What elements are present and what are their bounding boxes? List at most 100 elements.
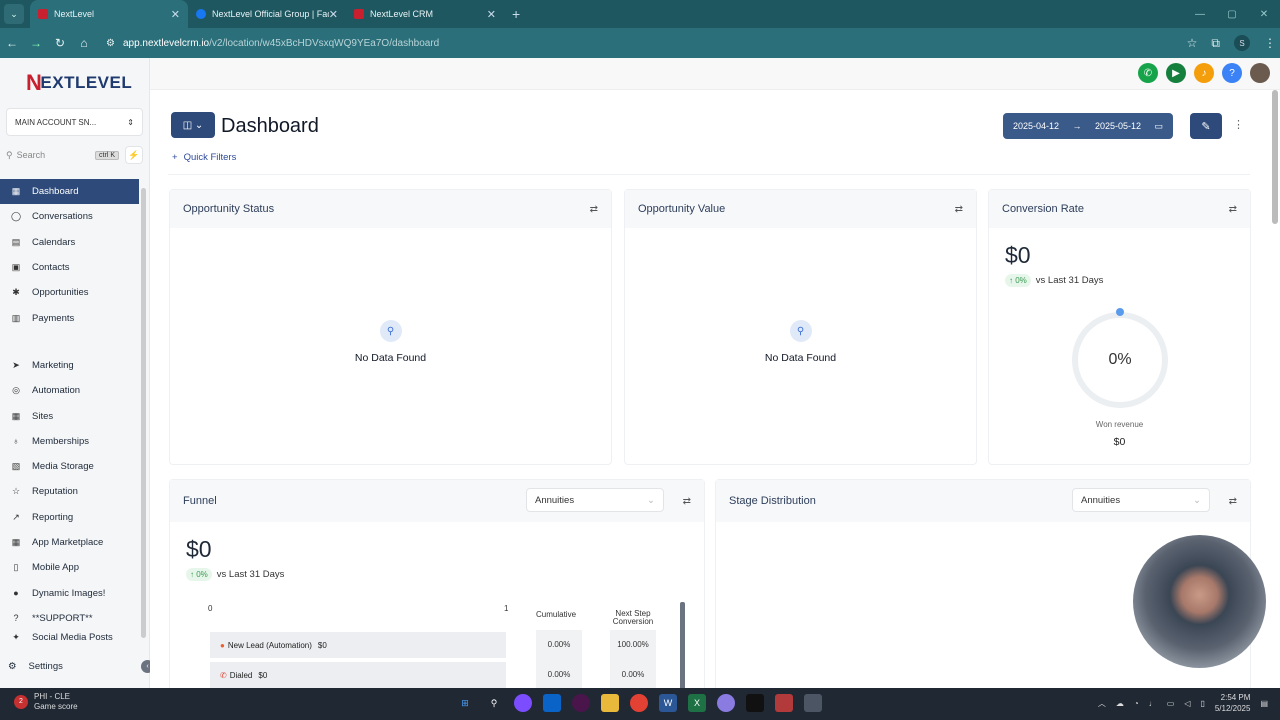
forward-icon[interactable]: → — [24, 36, 48, 50]
quick-action-bolt-icon[interactable]: ⚡ — [125, 146, 143, 164]
slack-icon[interactable] — [572, 694, 590, 712]
profile-avatar[interactable]: S — [1234, 35, 1250, 51]
quick-filters-link[interactable]: + Quick Filters — [172, 152, 236, 163]
more-options-icon[interactable]: ⋮ — [1233, 118, 1244, 131]
sidebar-item-mobile-app[interactable]: ▯ Mobile App — [0, 555, 139, 580]
funnel-scrollbar[interactable] — [680, 602, 685, 698]
site-info-icon[interactable]: ⚙ — [106, 38, 115, 49]
browser-tab-1[interactable]: NextLevel ✕ — [30, 0, 188, 28]
word-icon[interactable]: W — [659, 694, 677, 712]
sidebar-item-payments[interactable]: ▥ Payments — [0, 305, 139, 330]
help-icon[interactable]: ? — [1222, 63, 1242, 83]
sidebar-item-opportunities[interactable]: ✱ Opportunities — [0, 280, 139, 305]
user-avatar[interactable] — [1250, 63, 1270, 83]
sidebar-item-support[interactable]: ? **SUPPORT** — [0, 606, 139, 631]
sidebar-item-settings[interactable]: ⚙ Settings — [0, 661, 63, 672]
sidebar-item-label: Calendars — [32, 236, 76, 248]
star-icon: ☆ — [11, 486, 21, 497]
sidebar-item-media-storage[interactable]: ▧ Media Storage — [0, 454, 139, 479]
payments-icon: ▥ — [11, 312, 21, 323]
mic-icon[interactable]: ♩ — [1149, 699, 1157, 708]
cloud-icon[interactable]: ☁ — [1116, 699, 1124, 708]
sidebar-item-memberships[interactable]: ♁ Memberships — [0, 429, 139, 454]
copilot-icon[interactable] — [514, 694, 532, 712]
file-explorer-icon[interactable] — [601, 694, 619, 712]
extensions-icon[interactable]: ⧉ — [1211, 36, 1220, 51]
stage-pipeline-select[interactable]: Annuities ⌄ — [1072, 488, 1210, 512]
won-revenue-value: $0 — [1113, 436, 1126, 448]
volume-icon[interactable]: ◁ — [1184, 699, 1190, 708]
bell-icon[interactable]: ♪ — [1194, 63, 1214, 83]
nextlevel-favicon-icon — [354, 9, 364, 19]
sidebar-item-reporting[interactable]: ↗ Reporting — [0, 505, 139, 530]
filter-settings-icon[interactable]: ⇄ — [590, 204, 598, 215]
close-tab-icon[interactable]: ✕ — [171, 8, 180, 21]
account-switcher[interactable]: MAIN ACCOUNT SN... ⇕ — [6, 108, 143, 136]
close-tab-icon[interactable]: ✕ — [329, 8, 338, 21]
sidebar-item-dynamic-images[interactable]: ● Dynamic Images! — [0, 580, 139, 605]
calculator-icon[interactable] — [804, 694, 822, 712]
sidebar-item-marketing[interactable]: ➤ Marketing — [0, 353, 139, 378]
tab-search-button[interactable]: ⌄ — [4, 4, 24, 24]
browser-tab-3[interactable]: NextLevel CRM ✕ — [346, 0, 504, 28]
browser-tab-2[interactable]: NextLevel Official Group | Facel ✕ — [188, 0, 346, 28]
nextlevel-logo[interactable]: N EXTLEVEL — [0, 58, 149, 108]
sidebar-item-label: Reporting — [32, 511, 74, 523]
battery-icon[interactable]: ▯ — [1200, 699, 1204, 708]
date-range-picker[interactable]: 2025-04-12 → 2025-05-12 ▭ — [1003, 113, 1173, 139]
excel-icon[interactable]: X — [688, 694, 706, 712]
system-clock[interactable]: 2:54 PM 5/12/2025 — [1215, 692, 1251, 714]
network-icon[interactable]: ◔ — [1134, 699, 1139, 708]
empty-state: ⚲ No Data Found — [625, 320, 976, 364]
sidebar-scrollbar[interactable] — [141, 188, 146, 638]
weather-widget[interactable]: 2 PHI - CLE Game score — [14, 692, 78, 712]
maximize-icon[interactable]: ▢ — [1216, 0, 1248, 28]
funnel-pipeline-select[interactable]: Annuities ⌄ — [526, 488, 664, 512]
chevron-up-icon[interactable]: ︿ — [1098, 698, 1106, 709]
sidebar-item-app-marketplace[interactable]: ▦ App Marketplace — [0, 530, 139, 555]
filter-settings-icon[interactable]: ⇄ — [955, 204, 963, 215]
app-icon[interactable] — [717, 694, 735, 712]
edit-dashboard-button[interactable]: ✎ — [1190, 113, 1222, 139]
next-step-value: 0.00% — [621, 670, 645, 679]
search-icon[interactable]: ⚲ — [485, 694, 503, 712]
url-host: app.nextlevelcrm.io — [122, 37, 210, 49]
outlook-icon[interactable] — [543, 694, 561, 712]
sidebar-item-dashboard[interactable]: ▦ Dashboard — [0, 179, 139, 205]
capcut-icon[interactable] — [746, 694, 764, 712]
back-icon[interactable]: ← — [0, 36, 24, 50]
sidebar-item-sites[interactable]: ▦ Sites — [0, 403, 139, 428]
snip-icon[interactable] — [775, 694, 793, 712]
sidebar-item-social-media-posts[interactable]: ✦ Social Media Posts — [0, 631, 139, 644]
filter-settings-icon[interactable]: ⇄ — [683, 496, 691, 507]
bookmark-star-icon[interactable]: ☆ — [1187, 36, 1198, 50]
sidebar-item-reputation[interactable]: ☆ Reputation — [0, 479, 139, 504]
dashboard-switcher-button[interactable]: ◫ ⌄ — [171, 112, 215, 138]
windows-start-icon[interactable]: ⊞ — [456, 694, 474, 712]
browser-menu-icon[interactable]: ⋮ — [1264, 36, 1276, 50]
sidebar-search[interactable]: ⚲ Search ctrl K — [6, 147, 119, 163]
filter-settings-icon[interactable]: ⇄ — [1229, 496, 1237, 507]
new-tab-button[interactable]: + — [512, 6, 520, 22]
sidebar-item-conversations[interactable]: ◯ Conversations — [0, 204, 139, 229]
url-field[interactable]: ⚙ app.nextlevelcrm.io/v2/location/w45xBc… — [106, 38, 439, 49]
close-tab-icon[interactable]: ✕ — [487, 8, 496, 21]
reload-icon[interactable]: ↻ — [48, 36, 72, 50]
phone-icon[interactable]: ✆ — [1138, 63, 1158, 83]
notifications-icon[interactable]: ▤ — [1260, 699, 1268, 708]
chat-icon: ◯ — [10, 211, 22, 222]
sidebar-item-calendars[interactable]: ▤ Calendars — [0, 230, 139, 255]
minimize-icon[interactable]: — — [1184, 0, 1216, 28]
page-scrollbar[interactable] — [1272, 90, 1278, 224]
monitor-icon[interactable]: ▭ — [1167, 699, 1175, 708]
reporting-icon: ↗ — [12, 511, 20, 522]
sidebar-item-automation[interactable]: ◎ Automation — [0, 378, 139, 403]
close-window-icon[interactable]: ✕ — [1248, 0, 1280, 28]
nextlevel-favicon-icon — [38, 9, 48, 19]
megaphone-icon[interactable]: ▶ — [1166, 63, 1186, 83]
marketing-icon: ➤ — [12, 359, 20, 370]
filter-settings-icon[interactable]: ⇄ — [1229, 204, 1237, 215]
chrome-icon[interactable] — [630, 694, 648, 712]
sidebar-item-contacts[interactable]: ▣ Contacts — [0, 255, 139, 280]
home-icon[interactable]: ⌂ — [72, 36, 96, 50]
